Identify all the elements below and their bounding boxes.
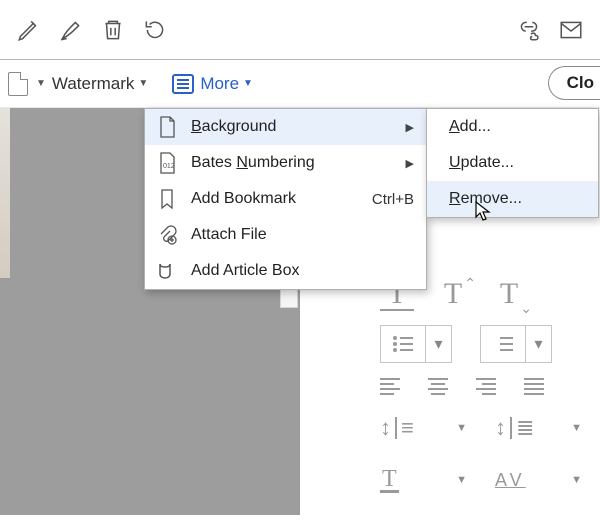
watermark-dropdown[interactable]: Watermark ▼	[52, 74, 148, 94]
chevron-down-icon: ▼	[456, 422, 467, 434]
document-thumbnail	[0, 108, 10, 278]
line-spacing-control[interactable]: ↕≡ ▼	[380, 409, 467, 447]
bates-icon: 012	[155, 152, 179, 174]
close-button[interactable]: Clo	[548, 66, 600, 100]
paragraph-spacing-icon: ↕≣	[495, 415, 534, 441]
submenu-item-update[interactable]: Update...	[427, 145, 598, 181]
page-icon[interactable]	[8, 72, 28, 96]
spacing-row: ↕≡ ▼ ↕≣ ▼	[380, 409, 582, 447]
paragraph-spacing-control[interactable]: ↕≣ ▼	[495, 409, 582, 447]
menu-item-attach-file[interactable]: Attach File	[145, 217, 426, 253]
menu-label: Bates Numbering	[191, 154, 398, 172]
link-cloud-icon[interactable]	[508, 9, 550, 51]
menu-item-background[interactable]: Background ▶	[145, 109, 426, 145]
top-toolbar	[0, 0, 600, 60]
submenu-arrow-icon: ▶	[406, 121, 414, 134]
list-icon	[172, 74, 194, 94]
menu-item-add-article-box[interactable]: Add Article Box	[145, 253, 426, 289]
menu-label: Add Bookmark	[191, 190, 372, 208]
svg-text:012: 012	[163, 163, 175, 170]
menu-label: Add Article Box	[191, 262, 414, 280]
submenu-label: Add...	[449, 118, 491, 136]
attach-icon	[155, 225, 179, 245]
menu-item-bates-numbering[interactable]: 012 Bates Numbering ▶	[145, 145, 426, 181]
bookmark-icon	[155, 189, 179, 209]
watermark-caret: ▼	[138, 78, 148, 89]
article-box-icon	[155, 261, 179, 281]
align-right-button[interactable]	[476, 377, 496, 395]
menu-item-add-bookmark[interactable]: Add Bookmark Ctrl+B	[145, 181, 426, 217]
numbered-list-dropdown[interactable]: ▾	[526, 325, 552, 363]
text-advanced-row: T ▼ AV ▼	[380, 461, 582, 499]
second-toolbar: ▼ Watermark ▼ More ▼ Clo	[0, 60, 600, 108]
edit-pencil-icon[interactable]	[8, 9, 50, 51]
more-caret: ▼	[243, 78, 253, 89]
bullet-list-button[interactable]	[380, 325, 426, 363]
page-icon	[155, 116, 179, 138]
align-row	[380, 377, 582, 395]
mail-icon[interactable]	[550, 9, 592, 51]
submenu-arrow-icon: ▶	[406, 157, 414, 170]
align-center-button[interactable]	[428, 377, 448, 395]
align-justify-button[interactable]	[524, 377, 544, 395]
chevron-down-icon: ▼	[571, 422, 582, 434]
sign-pen-icon[interactable]	[50, 9, 92, 51]
submenu-item-remove[interactable]: Remove...	[427, 181, 598, 217]
chevron-down-icon: ▼	[571, 474, 582, 486]
superscript-button[interactable]: T⌃	[436, 277, 470, 311]
list-row: ▾ ▾	[380, 325, 582, 363]
submenu-label: Remove...	[449, 190, 522, 208]
numbered-list-group: ▾	[480, 325, 552, 363]
numbered-list-button[interactable]	[480, 325, 526, 363]
trash-icon[interactable]	[92, 9, 134, 51]
menu-shortcut: Ctrl+B	[372, 191, 414, 208]
menu-label: Background	[191, 118, 398, 136]
submenu-label: Update...	[449, 154, 514, 172]
background-submenu: Add... Update... Remove...	[426, 108, 599, 218]
chevron-down-icon: ▼	[456, 474, 467, 486]
text-color-icon: T	[380, 468, 399, 493]
bullet-list-group: ▾	[380, 325, 452, 363]
work-area: Background ▶ 012 Bates Numbering ▶ Add B…	[0, 108, 600, 515]
menu-label: Attach File	[191, 226, 414, 244]
subscript-button[interactable]: T⌄	[492, 277, 526, 311]
text-color-control[interactable]: T ▼	[380, 461, 467, 499]
bullet-list-dropdown[interactable]: ▾	[426, 325, 452, 363]
rotate-icon[interactable]	[134, 9, 176, 51]
page-dropdown-caret[interactable]: ▼	[36, 78, 46, 89]
char-spacing-icon: AV	[495, 470, 526, 491]
more-menu: Background ▶ 012 Bates Numbering ▶ Add B…	[144, 108, 427, 290]
align-left-button[interactable]	[380, 377, 400, 395]
watermark-label: Watermark	[52, 74, 135, 94]
char-spacing-control[interactable]: AV ▼	[495, 461, 582, 499]
line-spacing-icon: ↕≡	[380, 415, 414, 441]
more-label: More	[200, 74, 239, 94]
more-dropdown[interactable]: More ▼	[172, 74, 253, 94]
submenu-item-add[interactable]: Add...	[427, 109, 598, 145]
